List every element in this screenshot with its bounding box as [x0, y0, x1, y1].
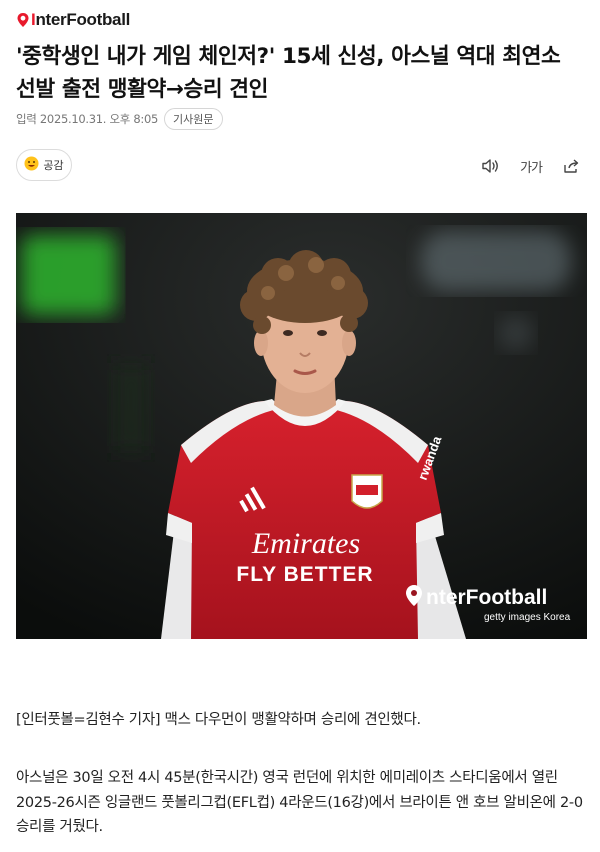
svg-text:nterFootball: nterFootball: [426, 586, 547, 609]
font-size-icon[interactable]: 가가: [520, 157, 543, 176]
article-tools: 가가: [481, 155, 580, 177]
reaction-label: 공감: [43, 159, 64, 172]
photo-credit: getty images Korea: [484, 612, 571, 623]
article-headline: '중학생인 내가 게임 체인저?' 15세 신성, 아스널 역대 최연소 선발 …: [16, 44, 561, 102]
speaker-icon[interactable]: [481, 158, 500, 174]
logo-pin-icon: [16, 12, 30, 28]
article-meta: 입력 2025.10.31. 오후 8:05 기사원문: [16, 108, 223, 130]
smile-emoji-icon: [24, 156, 39, 175]
publish-date: 입력 2025.10.31. 오후 8:05: [16, 112, 159, 126]
share-icon[interactable]: [562, 158, 580, 174]
jersey-sponsor-tagline: FLY BETTER: [236, 563, 373, 586]
site-logo[interactable]: InterFootball: [16, 10, 130, 30]
jersey-sponsor-name: Emirates: [251, 527, 360, 560]
empathy-reaction-button[interactable]: 공감: [16, 149, 72, 181]
logo-wordmark: InterFootball: [31, 10, 131, 29]
article-photo: Emirates FLY BETTER rwanda nterFootball …: [16, 213, 587, 639]
article-paragraph: [인터풋볼=김현수 기자] 맥스 다우먼이 맹활약하며 승리에 견인했다.: [16, 712, 421, 728]
article-paragraph: 아스널은 30일 오전 4시 45분(한국시간) 영국 런던에 위치한 에미레이…: [16, 770, 583, 835]
original-article-button[interactable]: 기사원문: [164, 108, 223, 130]
